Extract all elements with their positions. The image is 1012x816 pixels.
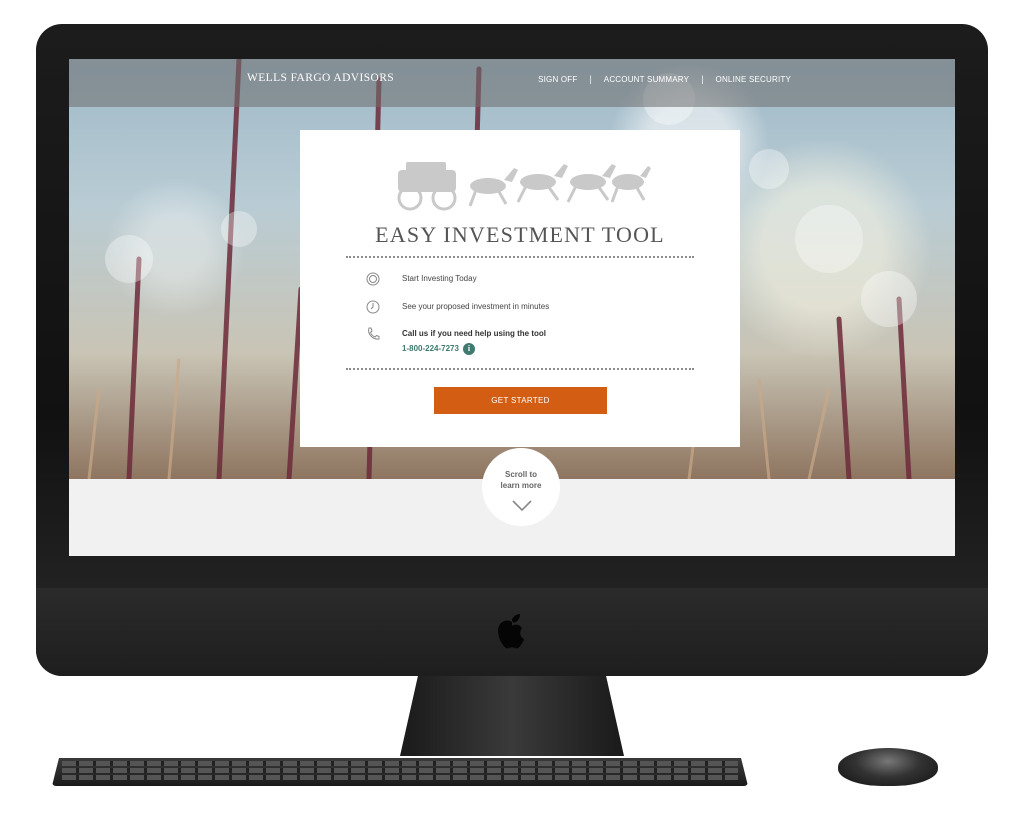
- feature-item: Start Investing Today: [366, 272, 477, 286]
- nav-sign-off[interactable]: SIGN OFF: [538, 75, 577, 84]
- scroll-prompt[interactable]: Scroll to learn more: [482, 448, 560, 526]
- feature-text: Start Investing Today: [402, 274, 477, 283]
- dotted-divider: [346, 256, 694, 258]
- clock-icon: [366, 300, 380, 314]
- phone-number-link[interactable]: 1-800-224-7273: [402, 342, 459, 355]
- nav-online-security[interactable]: ONLINE SECURITY: [716, 75, 791, 84]
- dotted-divider: [346, 368, 694, 370]
- stagecoach-logo: [397, 162, 651, 211]
- chevron-down-icon[interactable]: [512, 500, 532, 512]
- help-block: Call us if you need help using the tool …: [402, 327, 546, 355]
- info-icon[interactable]: i: [462, 342, 475, 355]
- feature-item: See your proposed investment in minutes: [366, 300, 549, 314]
- screen: WELLS FARGO ADVISORS SIGN OFF | ACCOUNT …: [69, 59, 955, 556]
- feature-text: See your proposed investment in minutes: [402, 302, 550, 311]
- investment-tool-card: EASY INVESTMENT TOOL Start Investing Tod…: [300, 130, 740, 447]
- nav-account-summary[interactable]: ACCOUNT SUMMARY: [604, 75, 689, 84]
- keyboard: [52, 758, 748, 786]
- card-title: EASY INVESTMENT TOOL: [375, 222, 665, 247]
- target-icon: [366, 272, 380, 286]
- top-nav: SIGN OFF | ACCOUNT SUMMARY | ONLINE SECU…: [538, 74, 791, 84]
- phone-icon: [368, 327, 380, 340]
- feature-item: Call us if you need help using the tool …: [366, 327, 546, 355]
- nav-separator: |: [589, 74, 592, 84]
- phone-line: 1-800-224-7273 i: [402, 342, 546, 355]
- help-text: Call us if you need help using the tool: [402, 329, 547, 338]
- top-navigation-bar: WELLS FARGO ADVISORS SIGN OFF | ACCOUNT …: [69, 59, 955, 107]
- scroll-prompt-text: Scroll to learn more: [500, 470, 542, 490]
- monitor-stand: [400, 676, 624, 756]
- brand-logo[interactable]: WELLS FARGO ADVISORS: [247, 72, 394, 84]
- apple-logo: [498, 614, 524, 649]
- nav-separator: |: [701, 74, 704, 84]
- get-started-button[interactable]: GET STARTED: [434, 387, 607, 414]
- mouse: [838, 748, 938, 786]
